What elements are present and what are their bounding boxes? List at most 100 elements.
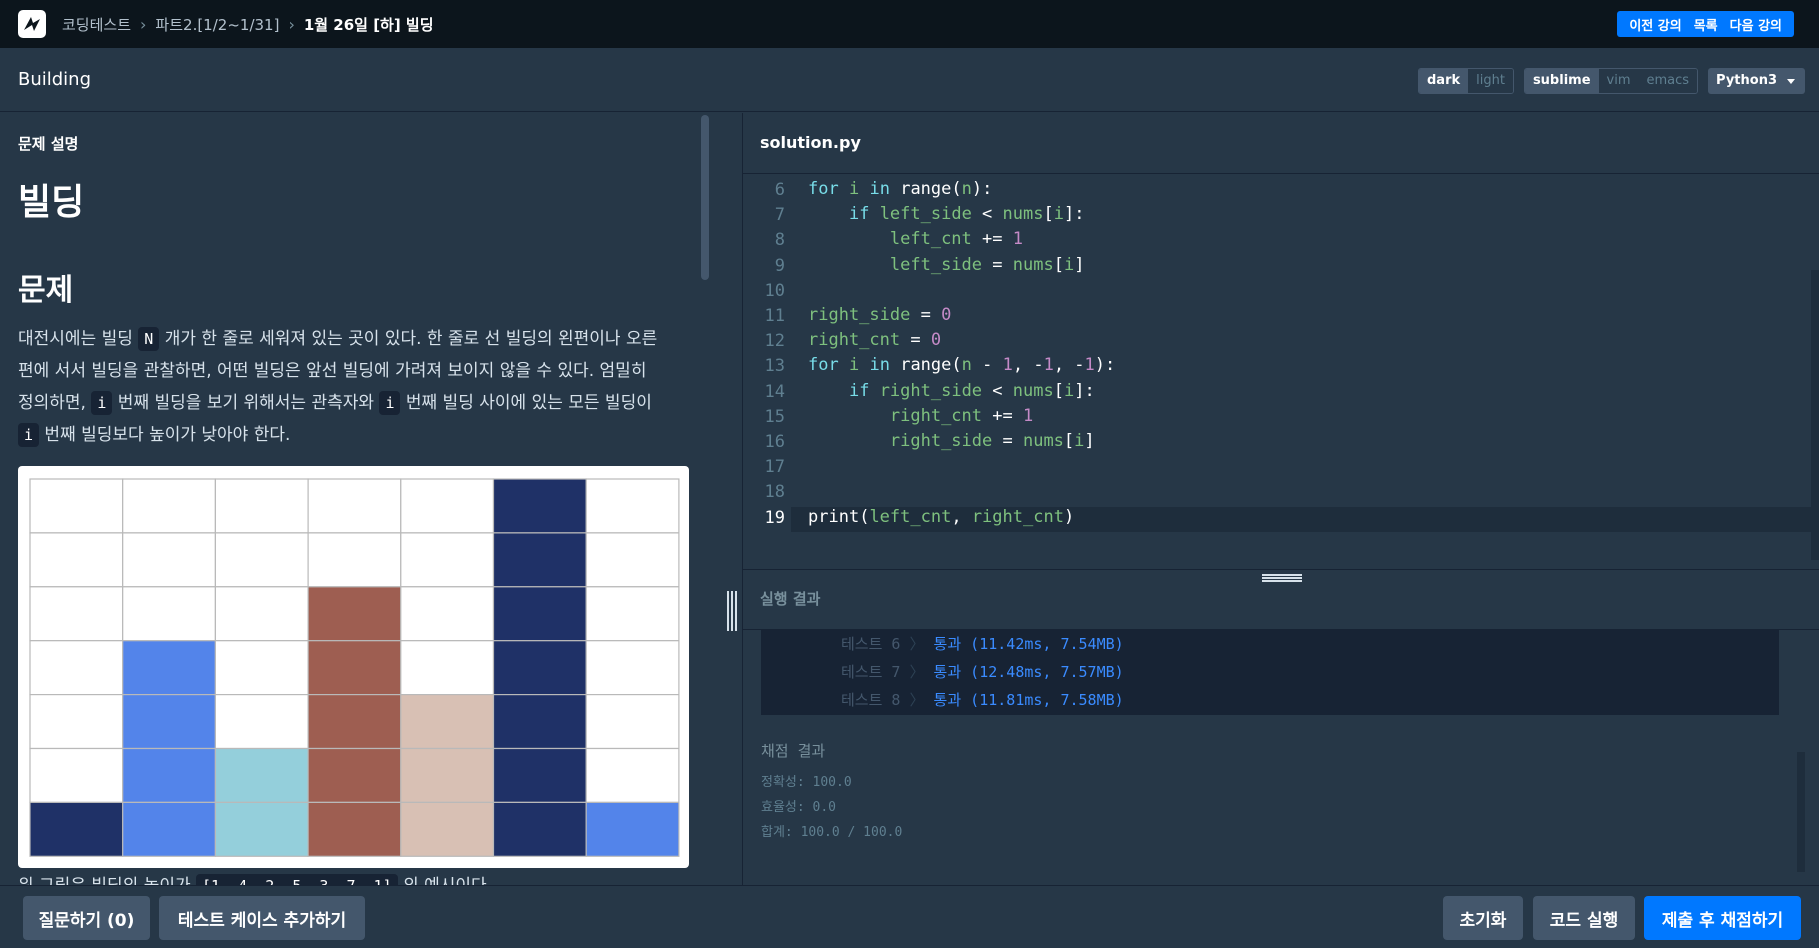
efficiency-score: 효율성: 0.0 bbox=[761, 800, 837, 815]
grid-cell bbox=[214, 640, 309, 696]
line-number: 19 bbox=[764, 507, 785, 528]
file-name: solution.py bbox=[760, 133, 861, 152]
breadcrumb-item[interactable]: 파트2.[1/2~1/31] bbox=[155, 14, 279, 35]
submit-button[interactable]: 제출 후 채점하기 bbox=[1644, 896, 1801, 940]
building-cell bbox=[214, 801, 309, 857]
editor-header: solution.py bbox=[743, 113, 1819, 174]
test-result: 통과 (12.48ms, 7.57MB) bbox=[933, 663, 1124, 681]
inline-code: i bbox=[379, 391, 401, 415]
grid-cell bbox=[29, 640, 124, 696]
text: 정의하면, bbox=[18, 393, 92, 413]
breadcrumb-item[interactable]: 코딩테스트 bbox=[62, 14, 131, 35]
grid-cell bbox=[400, 478, 495, 534]
building-cell bbox=[492, 586, 587, 642]
grid-cell bbox=[307, 532, 402, 588]
chevron-right-icon: 〉 bbox=[900, 663, 934, 681]
logo-icon[interactable] bbox=[18, 10, 46, 38]
building-cell bbox=[492, 532, 587, 588]
text: 편에 서서 빌딩을 관찰하면, 어떤 빌딩은 앞선 빌딩에 가려져 보이지 않을… bbox=[18, 361, 647, 381]
building-figure bbox=[18, 466, 689, 868]
grid-cell bbox=[400, 586, 495, 642]
grid-cell bbox=[122, 478, 216, 534]
building-cell bbox=[122, 694, 216, 750]
lesson-title: Building bbox=[18, 69, 92, 90]
top-nav: 코딩테스트 › 파트2.[1/2~1/31] › 1월 26일 [하] 빌딩 이… bbox=[0, 0, 1819, 48]
code-line[interactable]: if right_side < nums[i]: bbox=[808, 381, 1095, 406]
text: 번째 빌딩 사이에 있는 모든 빌딩이 bbox=[400, 393, 652, 413]
code-line[interactable]: right_cnt = 0 bbox=[808, 330, 941, 355]
test-result: 통과 (11.42ms, 7.54MB) bbox=[933, 635, 1124, 653]
keymap-vim-option[interactable]: vim bbox=[1598, 69, 1639, 93]
grid-cell bbox=[585, 694, 680, 750]
building-cell bbox=[307, 801, 402, 857]
test-result-row: 테스트 8 〉 통과 (11.81ms, 7.58MB) bbox=[841, 689, 1124, 710]
keymap-emacs-option[interactable]: emacs bbox=[1638, 69, 1698, 93]
code-line[interactable] bbox=[808, 280, 818, 305]
code-editor[interactable]: 6 for i in range(n): 7 if left_side < nums… bbox=[743, 175, 1819, 569]
next-lesson-button[interactable]: 다음 강의 bbox=[1724, 15, 1788, 34]
code-line[interactable]: print(left_cnt, right_cnt) bbox=[791, 506, 1811, 532]
scrollbar[interactable] bbox=[1811, 270, 1819, 560]
result-console: 테스트 6 〉 통과 (11.42ms, 7.54MB) 테스트 7 〉 통과 … bbox=[761, 630, 1779, 715]
line-number: 7 bbox=[774, 205, 785, 226]
line-number: 18 bbox=[764, 482, 785, 503]
question-button[interactable]: 질문하기 (0) bbox=[23, 896, 150, 940]
problem-panel: 문제 설명 빌딩 문제 대전시에는 빌딩 N 개가 한 줄로 세워져 있는 곳이… bbox=[0, 113, 742, 885]
grid-cell bbox=[585, 478, 680, 534]
pane-resize-handle[interactable] bbox=[727, 591, 737, 631]
problem-heading: 문제 bbox=[18, 273, 74, 308]
code-line[interactable] bbox=[808, 481, 818, 506]
code-line[interactable]: for i in range(n - 1, -1, -1): bbox=[808, 355, 1115, 380]
code-line[interactable]: right_side = 0 bbox=[808, 305, 951, 330]
scrollbar[interactable] bbox=[1797, 752, 1805, 872]
scrollbar[interactable] bbox=[701, 115, 709, 280]
code-line[interactable]: left_side = nums[i] bbox=[808, 255, 1085, 280]
line-number: 13 bbox=[764, 356, 785, 377]
code-line[interactable]: right_side = nums[i] bbox=[808, 431, 1095, 456]
test-label: 테스트 6 bbox=[841, 635, 901, 653]
code-line[interactable]: if left_side < nums[i]: bbox=[808, 204, 1085, 229]
prev-lesson-button[interactable]: 이전 강의 bbox=[1623, 15, 1687, 34]
total-score: 합계: 100.0 / 100.0 bbox=[761, 825, 903, 840]
line-number: 14 bbox=[764, 381, 785, 402]
inline-code: i bbox=[91, 391, 113, 415]
reset-button[interactable]: 초기화 bbox=[1443, 896, 1523, 940]
list-button[interactable]: 목록 bbox=[1688, 15, 1724, 34]
test-label: 테스트 7 bbox=[841, 663, 901, 681]
building-grid-svg bbox=[29, 478, 680, 857]
line-number: 6 bbox=[774, 180, 785, 200]
line-number: 11 bbox=[764, 306, 785, 326]
test-label: 테스트 8 bbox=[841, 691, 901, 709]
grid-cell bbox=[400, 640, 495, 696]
lesson-header: Building dark light sublime vim emacs Py… bbox=[0, 48, 1819, 112]
theme-dark-option[interactable]: dark bbox=[1418, 69, 1469, 93]
result-header: 실행 결과 bbox=[743, 570, 1819, 630]
grid-cell bbox=[214, 478, 309, 534]
code-line[interactable]: right_cnt += 1 bbox=[808, 406, 1033, 431]
run-code-button[interactable]: 코드 실행 bbox=[1533, 896, 1635, 940]
language-select[interactable]: Python3 bbox=[1708, 68, 1805, 94]
add-testcase-button[interactable]: 테스트 케이스 추가하기 bbox=[159, 896, 365, 940]
code-line[interactable] bbox=[808, 456, 818, 481]
building-cell bbox=[122, 801, 216, 857]
code-line[interactable]: for i in range(n): bbox=[808, 179, 992, 204]
theme-light-option[interactable]: light bbox=[1468, 69, 1513, 93]
grid-cell bbox=[400, 532, 495, 588]
building-cell bbox=[492, 478, 587, 534]
chevron-right-icon: › bbox=[288, 14, 295, 34]
line-number: 15 bbox=[764, 406, 785, 427]
accuracy-score: 정확성: 100.0 bbox=[761, 775, 852, 790]
grid-cell bbox=[585, 586, 680, 642]
text: 위 그림은 빌딩의 높이가 bbox=[18, 876, 196, 885]
keymap-sublime-option[interactable]: sublime bbox=[1524, 69, 1599, 93]
test-result-row: 테스트 7 〉 통과 (12.48ms, 7.57MB) bbox=[841, 661, 1124, 682]
building-cell bbox=[492, 694, 587, 750]
inline-code: N bbox=[138, 327, 160, 351]
building-cell bbox=[492, 801, 587, 857]
test-result: 통과 (11.81ms, 7.58MB) bbox=[933, 691, 1124, 709]
code-line[interactable]: left_cnt += 1 bbox=[808, 229, 1023, 254]
result-title: 실행 결과 bbox=[760, 590, 821, 608]
text: 의 예시이다. bbox=[398, 876, 492, 885]
grid-cell bbox=[214, 532, 309, 588]
line-number: 8 bbox=[774, 230, 785, 251]
